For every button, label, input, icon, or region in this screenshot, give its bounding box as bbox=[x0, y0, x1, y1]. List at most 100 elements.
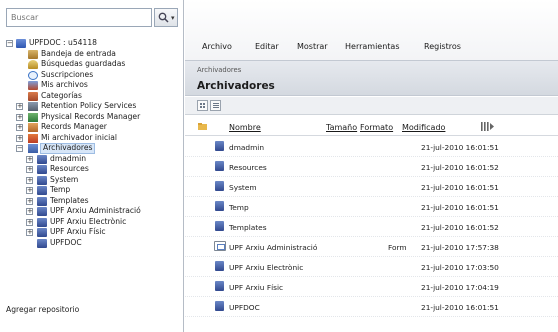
collapse-icon[interactable]: − bbox=[6, 40, 13, 47]
menu-archivo[interactable]: Archivo bbox=[202, 42, 232, 51]
column-chooser-icon[interactable] bbox=[481, 122, 495, 131]
row-modified: 21-jul-2010 17:04:19 bbox=[421, 283, 499, 292]
chevron-down-icon[interactable]: ▾ bbox=[171, 14, 175, 22]
row-name[interactable]: Temp bbox=[229, 203, 249, 212]
expand-icon[interactable]: + bbox=[26, 229, 33, 236]
tree-item-saved-searches[interactable]: Búsquedas guardadas bbox=[6, 59, 182, 70]
tree-item-label: UPF Arxiu Físic bbox=[50, 227, 106, 236]
row-name[interactable]: UPF Arxiu Administració bbox=[229, 243, 317, 252]
tree-item-my-files[interactable]: Mis archivos bbox=[6, 80, 182, 91]
tree-item-home-cabinet[interactable]: + Mi archivador inicial bbox=[6, 133, 182, 144]
menu-registros[interactable]: Registros bbox=[424, 42, 461, 51]
cabinet-icon bbox=[215, 301, 224, 311]
records-manager-icon bbox=[28, 123, 38, 132]
breadcrumb[interactable]: Archivadores bbox=[197, 66, 241, 74]
row-modified: 21-jul-2010 16:01:52 bbox=[421, 163, 499, 172]
tree-cabinet-upfdoc[interactable]: UPFDOC bbox=[6, 238, 182, 249]
table-row[interactable]: Templates 21-jul-2010 16:01:52 bbox=[185, 217, 558, 237]
expand-icon[interactable]: + bbox=[16, 113, 23, 121]
sort-folder-icon[interactable] bbox=[198, 122, 208, 131]
table-row[interactable]: UPF Arxiu Administració Form 21-jul-2010… bbox=[185, 237, 558, 257]
table-row[interactable]: UPF Arxiu Electrònic 21-jul-2010 17:03:5… bbox=[185, 257, 558, 277]
expand-icon[interactable]: + bbox=[16, 134, 23, 142]
table-row[interactable]: UPFDOC 21-jul-2010 16:01:51 bbox=[185, 297, 558, 317]
tree-cabinet-dmadmin[interactable]: + dmadmin bbox=[6, 154, 182, 165]
table-row[interactable]: Temp 21-jul-2010 16:01:51 bbox=[185, 197, 558, 217]
tree-cabinet-upf-electronic[interactable]: + UPF Arxiu Electrònic bbox=[6, 217, 182, 228]
tree-item-label: UPF Arxiu Electrònic bbox=[50, 216, 127, 226]
row-name[interactable]: System bbox=[229, 183, 257, 192]
row-modified: 21-jul-2010 16:01:51 bbox=[421, 183, 499, 192]
row-name[interactable]: UPFDOC bbox=[229, 303, 260, 312]
location-header: Archivadores Archivadores bbox=[185, 60, 558, 96]
column-name[interactable]: Nombre bbox=[229, 123, 261, 132]
tree-item-label: dmadmin bbox=[50, 153, 87, 163]
cabinet-icon bbox=[37, 165, 47, 174]
expand-icon[interactable]: + bbox=[26, 176, 33, 184]
tree-item-records-manager[interactable]: + Records Manager bbox=[6, 122, 182, 133]
tree-cabinet-resources[interactable]: + Resources bbox=[6, 164, 182, 175]
tree-item-label: System bbox=[50, 174, 79, 184]
expand-icon[interactable]: + bbox=[26, 197, 33, 205]
tree-item-cabinets[interactable]: − Archivadores bbox=[6, 143, 182, 154]
cabinet-icon bbox=[215, 261, 224, 271]
row-name[interactable]: UPF Arxiu Físic bbox=[229, 283, 283, 292]
table-row[interactable]: Resources 21-jul-2010 16:01:52 bbox=[185, 157, 558, 177]
tree-item-subscriptions[interactable]: Suscripciones bbox=[6, 70, 182, 81]
row-name[interactable]: dmadmin bbox=[229, 143, 264, 152]
search-button[interactable]: ▾ bbox=[154, 8, 178, 27]
tree-item-label: Records Manager bbox=[41, 122, 107, 131]
tree-cabinet-upf-fisic[interactable]: + UPF Arxiu Físic bbox=[6, 227, 182, 238]
tree-item-label: Temp bbox=[50, 185, 71, 194]
search-input[interactable] bbox=[6, 8, 152, 27]
row-modified: 21-jul-2010 16:01:51 bbox=[421, 143, 499, 152]
menu-editar[interactable]: Editar bbox=[255, 42, 279, 51]
column-modified[interactable]: Modificado bbox=[402, 123, 445, 132]
expand-icon[interactable]: + bbox=[26, 166, 33, 173]
column-size[interactable]: Tamaño bbox=[326, 123, 357, 132]
tree-item-physical-records[interactable]: + Physical Records Manager bbox=[6, 112, 182, 123]
expand-icon[interactable]: + bbox=[26, 155, 33, 163]
saved-search-icon bbox=[28, 60, 38, 69]
row-modified: 21-jul-2010 17:03:50 bbox=[421, 263, 499, 272]
cabinet-icon bbox=[37, 175, 47, 185]
tree-item-label: Templates bbox=[50, 195, 89, 205]
tree-cabinet-templates[interactable]: + Templates bbox=[6, 196, 182, 207]
tree-item-label: Categorías bbox=[41, 90, 82, 100]
cabinet-icon bbox=[37, 196, 47, 206]
thumbnail-view-button[interactable] bbox=[197, 100, 208, 111]
expand-icon[interactable]: + bbox=[26, 218, 33, 226]
subscription-icon bbox=[28, 70, 38, 80]
row-name[interactable]: Resources bbox=[229, 163, 267, 172]
expand-icon[interactable]: + bbox=[26, 187, 33, 194]
repository-icon bbox=[16, 39, 26, 48]
tree-root[interactable]: − UPFDOC : u54118 bbox=[6, 38, 182, 49]
row-name[interactable]: UPF Arxiu Electrònic bbox=[229, 263, 303, 272]
collapse-icon[interactable]: − bbox=[16, 145, 23, 152]
row-modified: 21-jul-2010 16:01:52 bbox=[421, 223, 499, 232]
table-row[interactable]: dmadmin 21-jul-2010 16:01:51 bbox=[185, 137, 558, 157]
tree-item-retention[interactable]: + Retention Policy Services bbox=[6, 101, 182, 112]
tree-cabinet-temp[interactable]: + Temp bbox=[6, 185, 182, 196]
retention-icon bbox=[28, 102, 38, 111]
list-view-button[interactable] bbox=[210, 100, 221, 111]
column-format[interactable]: Formato bbox=[360, 123, 393, 132]
add-repository-link[interactable]: Agregar repositorio bbox=[6, 305, 79, 314]
menu-mostrar[interactable]: Mostrar bbox=[297, 42, 328, 51]
tree-item-categories[interactable]: Categorías bbox=[6, 91, 182, 102]
row-name[interactable]: Templates bbox=[229, 223, 267, 232]
cabinet-icon bbox=[37, 228, 47, 237]
cabinet-icon bbox=[37, 186, 47, 195]
view-toolbar bbox=[185, 97, 558, 115]
table-row[interactable]: System 21-jul-2010 16:01:51 bbox=[185, 177, 558, 197]
tree-cabinet-system[interactable]: + System bbox=[6, 175, 182, 186]
expand-icon[interactable]: + bbox=[26, 208, 33, 215]
tree-cabinet-upf-administracio[interactable]: + UPF Arxiu Administració bbox=[6, 206, 182, 217]
menu-herramientas[interactable]: Herramientas bbox=[345, 42, 400, 51]
expand-icon[interactable]: + bbox=[16, 124, 23, 131]
tree-item-label: Mi archivador inicial bbox=[41, 132, 118, 142]
expand-icon[interactable]: + bbox=[16, 103, 23, 110]
repository-tree: − UPFDOC : u54118 Bandeja de entrada Bús… bbox=[6, 38, 182, 248]
tree-item-inbox[interactable]: Bandeja de entrada bbox=[6, 49, 182, 60]
table-row[interactable]: UPF Arxiu Físic 21-jul-2010 17:04:19 bbox=[185, 277, 558, 297]
